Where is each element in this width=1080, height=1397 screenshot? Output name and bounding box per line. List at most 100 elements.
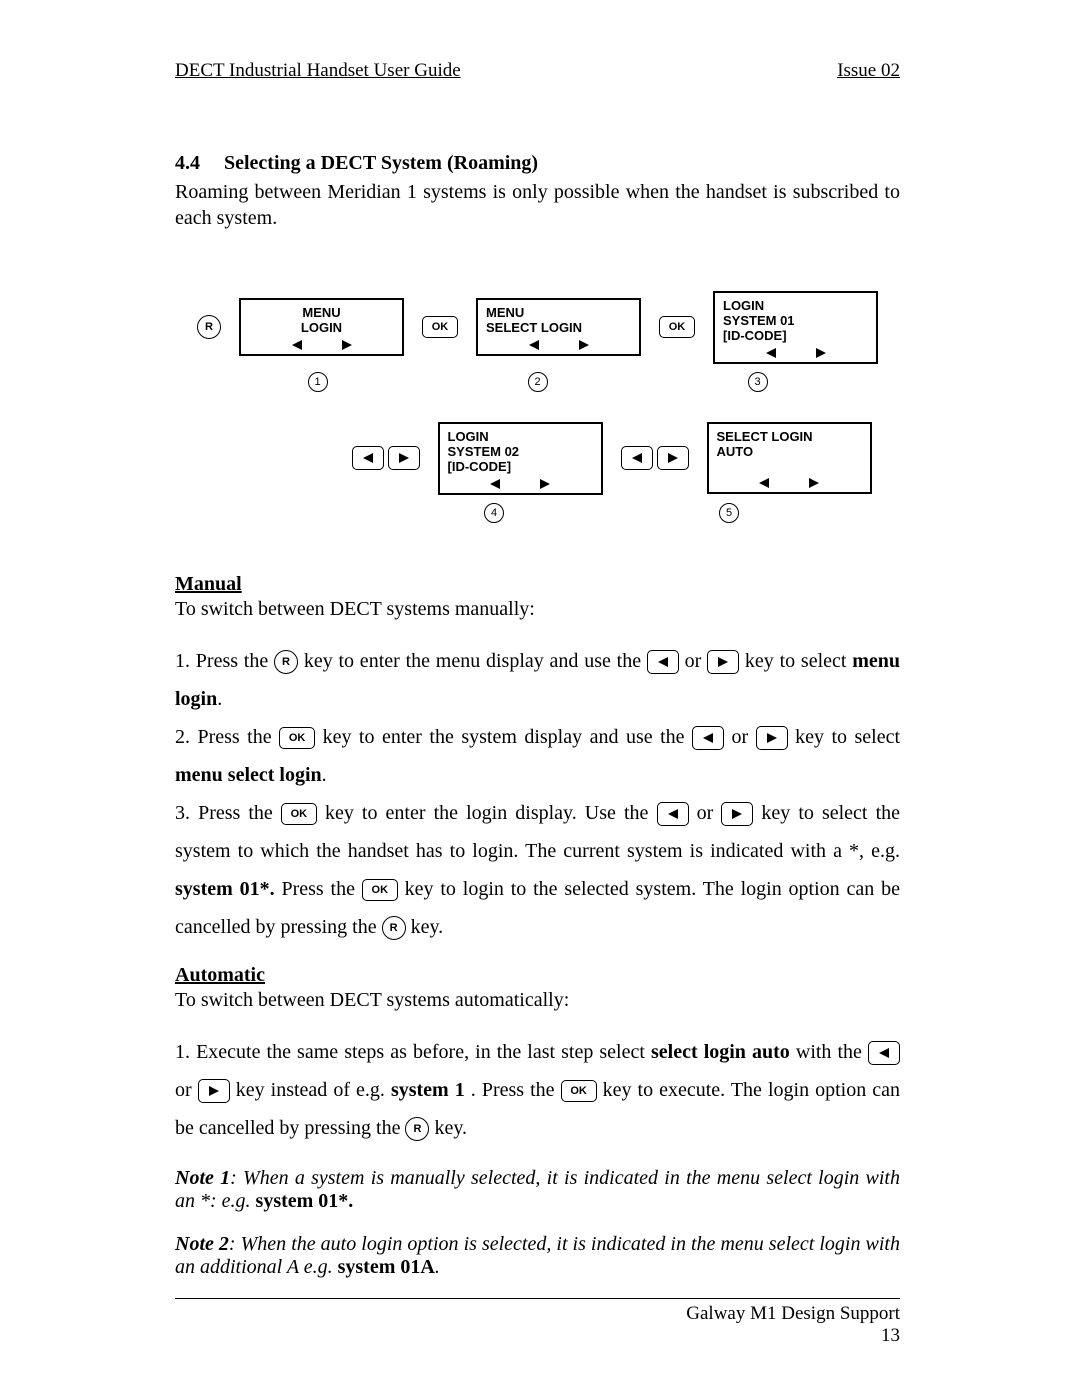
text: key instead of e.g. [236, 1079, 391, 1101]
note-label: Note 1 [175, 1167, 230, 1189]
text: key. [434, 1117, 467, 1139]
flow-diagram: R MENU LOGIN OK MENU SELECT LOGIN OK LOG… [175, 291, 900, 523]
text: . [217, 688, 222, 710]
screen-5-arrows [717, 478, 862, 488]
text: key to enter the menu display and use th… [304, 650, 647, 672]
text: . Press the [471, 1079, 561, 1101]
manual-intro: To switch between DECT systems manually: [175, 596, 900, 622]
issue-label: Issue 02 [837, 60, 900, 82]
automatic-intro: To switch between DECT systems automatic… [175, 987, 900, 1013]
text: with the [796, 1041, 868, 1063]
right-arrow-icon [809, 478, 819, 488]
section-title: Selecting a DECT System (Roaming) [224, 152, 538, 174]
screen-3: LOGIN SYSTEM 01 [ID-CODE] [713, 291, 878, 364]
left-key-icon [647, 650, 679, 674]
note-text: : When the auto login option is selected… [175, 1233, 900, 1278]
screen-5-line2: AUTO [717, 445, 862, 460]
screen-3-arrows [723, 348, 868, 358]
text: or [685, 650, 707, 672]
manual-step-2: 2. Press the OK key to enter the system … [175, 718, 900, 794]
right-arrow-icon [816, 348, 826, 358]
text: 1. Execute the same steps as before, in … [175, 1041, 651, 1063]
text: or [731, 726, 755, 748]
page-number: 13 [686, 1325, 900, 1347]
right-key-icon [198, 1079, 230, 1103]
right-key-icon [388, 446, 420, 470]
step-2-icon: 2 [528, 372, 548, 392]
left-arrow-icon [766, 348, 776, 358]
footer: Galway M1 Design Support 13 [686, 1303, 900, 1347]
text: 3. Press the [175, 802, 281, 824]
step-5-icon: 5 [719, 503, 739, 523]
left-key-icon [352, 446, 384, 470]
screen-1-line1: MENU [249, 306, 394, 321]
manual-step-3: 3. Press the OK key to enter the login d… [175, 794, 900, 946]
text: key to select [745, 650, 852, 672]
right-key-icon [707, 650, 739, 674]
screen-4-line2: SYSTEM 02 [448, 445, 593, 460]
right-arrow-icon [342, 340, 352, 350]
note-label: Note 2 [175, 1233, 229, 1255]
text: . [322, 764, 327, 786]
note-bold: system 01A [338, 1256, 435, 1278]
left-key-icon [868, 1041, 900, 1065]
page: DECT Industrial Handset User Guide Issue… [0, 0, 1080, 1397]
step-circles-row-2: 4 5 [175, 503, 900, 523]
ok-key-icon: OK [659, 316, 695, 338]
right-key-icon [756, 726, 788, 750]
screen-5-line1: SELECT LOGIN [717, 430, 862, 445]
step-circles-row-1: 1 2 3 [175, 372, 900, 392]
left-key-icon [692, 726, 724, 750]
step-3-icon: 3 [748, 372, 768, 392]
right-arrow-icon [540, 479, 550, 489]
r-key-icon: R [382, 916, 406, 940]
left-arrow-icon [490, 479, 500, 489]
screen-4-arrows [448, 479, 593, 489]
nav-keys-pair [352, 446, 420, 470]
manual-heading: Manual [175, 573, 900, 596]
screen-2-line1: MENU [486, 306, 631, 321]
left-arrow-icon [759, 478, 769, 488]
ok-key-icon: OK [561, 1080, 597, 1102]
ok-key-icon: OK [279, 727, 315, 749]
left-key-icon [657, 802, 689, 826]
screen-4: LOGIN SYSTEM 02 [ID-CODE] [438, 422, 603, 495]
text-bold: menu select login [175, 764, 322, 786]
screen-1-line2: LOGIN [249, 321, 394, 336]
screen-1-arrows [249, 340, 394, 350]
text: 1. Press the [175, 650, 274, 672]
ok-key-icon: OK [281, 803, 317, 825]
screen-1: MENU LOGIN [239, 298, 404, 356]
doc-title: DECT Industrial Handset User Guide [175, 60, 461, 82]
screen-2-arrows [486, 340, 631, 350]
left-arrow-icon [292, 340, 302, 350]
step-1-icon: 1 [308, 372, 328, 392]
ok-key-icon: OK [362, 879, 398, 901]
diagram-row-2: LOGIN SYSTEM 02 [ID-CODE] SELECT LOGIN A… [175, 422, 900, 495]
screen-3-line1: LOGIN [723, 299, 868, 314]
text-bold: system 01*. [175, 878, 275, 900]
right-key-icon [657, 446, 689, 470]
header: DECT Industrial Handset User Guide Issue… [175, 60, 900, 82]
section-heading: 4.4 Selecting a DECT System (Roaming) [175, 152, 900, 175]
screen-3-line2: SYSTEM 01 [723, 314, 868, 329]
screen-5: SELECT LOGIN AUTO [707, 422, 872, 494]
left-arrow-icon [529, 340, 539, 350]
note-1: Note 1: When a system is manually select… [175, 1167, 900, 1213]
r-key-icon: R [274, 650, 298, 674]
left-key-icon [621, 446, 653, 470]
section-number: 4.4 [175, 152, 219, 175]
r-key-icon: R [197, 315, 221, 339]
text: or [697, 802, 722, 824]
text: key to select [795, 726, 900, 748]
text: key to enter the login display. Use the [325, 802, 657, 824]
footer-divider [175, 1298, 900, 1299]
right-key-icon [721, 802, 753, 826]
manual-step-1: 1. Press the R key to enter the menu dis… [175, 642, 900, 718]
text: key. [411, 916, 444, 938]
screen-4-line1: LOGIN [448, 430, 593, 445]
note-2: Note 2: When the auto login option is se… [175, 1233, 900, 1279]
text: or [175, 1079, 198, 1101]
note-bold: system 01*. [256, 1190, 354, 1212]
text: . [435, 1256, 440, 1278]
